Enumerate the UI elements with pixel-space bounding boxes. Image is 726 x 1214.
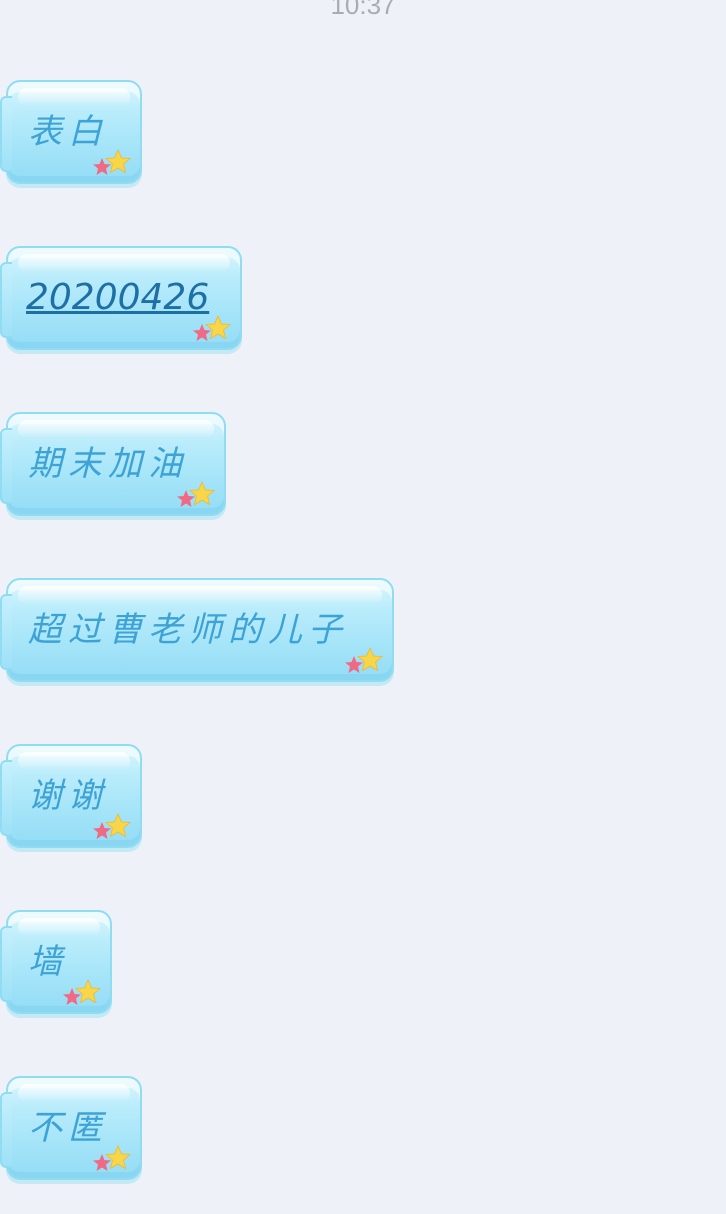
- bubble-tail: [0, 760, 12, 836]
- bubble-tail: [0, 262, 12, 338]
- star-icon: [63, 979, 102, 1005]
- bubble-tail: [0, 926, 12, 1002]
- star-icon: [93, 149, 132, 175]
- star-icon: [93, 1145, 132, 1171]
- star-icon: [193, 315, 232, 341]
- message-bubble[interactable]: 不匿: [0, 1076, 142, 1180]
- message-bubble[interactable]: 20200426: [0, 246, 242, 350]
- chat-message-list[interactable]: 表白 20200426 期末加油 超过曹老师的儿子 谢谢 墙 不匿: [0, 0, 726, 1214]
- message-text: 超过曹老师的儿子: [28, 610, 348, 650]
- bubble-tail: [0, 594, 12, 670]
- bubble-tail: [0, 1092, 12, 1168]
- message-bubble[interactable]: 期末加油: [0, 412, 226, 516]
- star-icon: [177, 481, 216, 507]
- bubble-tail: [0, 96, 12, 172]
- message-bubble[interactable]: 超过曹老师的儿子: [0, 578, 394, 682]
- bubble-tail: [0, 428, 12, 504]
- message-link[interactable]: 20200426: [26, 278, 209, 318]
- message-text: 期末加油: [28, 444, 188, 484]
- star-icon: [345, 647, 384, 673]
- message-bubble[interactable]: 表白: [0, 80, 142, 184]
- star-icon: [93, 813, 132, 839]
- message-bubble[interactable]: 谢谢: [0, 744, 142, 848]
- message-bubble[interactable]: 墙: [0, 910, 112, 1014]
